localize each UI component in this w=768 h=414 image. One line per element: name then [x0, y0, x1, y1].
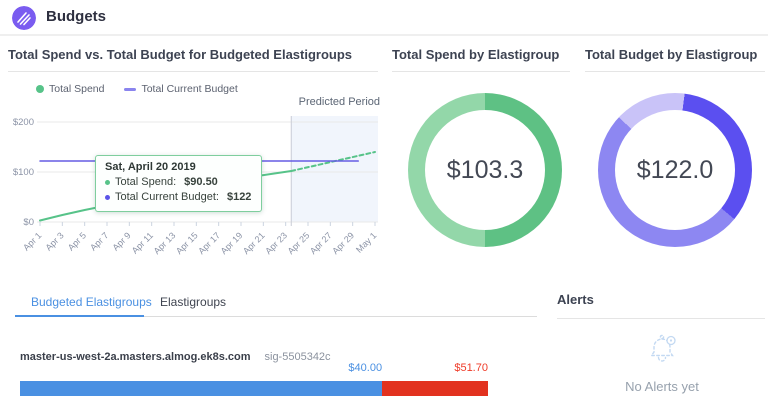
budget-bar-amount-label: $51.70	[382, 362, 488, 376]
divider	[557, 318, 765, 319]
tab-elastigroups[interactable]: Elastigroups	[160, 295, 226, 309]
x-tick-label: Apr 1	[21, 230, 43, 252]
x-tick-label: Apr 21	[241, 230, 267, 256]
tooltip-label: Total Spend:	[115, 175, 176, 190]
legend-label: Total Current Budget	[141, 83, 237, 95]
tab-budgeted-elastigroups[interactable]: Budgeted Elastigroups	[31, 295, 152, 309]
legend-total-spend[interactable]: Total Spend	[36, 83, 104, 95]
total-spend-donut-title: Total Spend by Elastigroup	[392, 47, 559, 62]
x-tick-label: Apr 15	[174, 230, 200, 256]
total-budget-value: $122.0	[637, 156, 713, 185]
bell-icon	[643, 330, 681, 368]
predicted-period-label: Predicted Period	[240, 96, 380, 108]
x-tick-label: Apr 3	[43, 230, 65, 252]
legend-label: Total Spend	[49, 83, 104, 95]
spend-vs-budget-title: Total Spend vs. Total Budget for Budgete…	[8, 47, 352, 62]
budget-dash-icon	[124, 88, 136, 91]
budget-bar-amount-label: $40.00	[20, 362, 382, 376]
x-tick-label: Apr 5	[66, 230, 88, 252]
tooltip-row: Total Current Budget: $122	[105, 190, 251, 205]
tooltip-row: Total Spend: $90.50	[105, 175, 251, 190]
budgets-dashboard: Budgets Total Spend vs. Total Budget for…	[0, 0, 768, 414]
divider	[8, 71, 378, 72]
x-tick-label: Apr 29	[330, 230, 356, 256]
app-header: Budgets	[0, 0, 768, 36]
budget-progress-bar[interactable]	[20, 381, 488, 396]
tooltip-value: $122	[227, 190, 251, 205]
x-tick-label: May 1	[354, 230, 378, 254]
y-tick-label: $200	[13, 117, 34, 128]
tooltip-bullet-icon	[105, 195, 110, 200]
legend-total-current-budget[interactable]: Total Current Budget	[124, 83, 237, 95]
total-spend-dot-icon	[36, 85, 44, 93]
x-tick-label: Apr 17	[196, 230, 222, 256]
predicted-region	[291, 116, 378, 222]
divider	[392, 71, 570, 72]
budget-bar-segment[interactable]	[20, 381, 382, 396]
tooltip-value: $90.50	[184, 175, 218, 190]
no-alerts-text: No Alerts yet	[557, 379, 767, 394]
chart-legend: Total Spend Total Current Budget	[36, 83, 238, 95]
y-tick-label: $0	[23, 217, 34, 228]
budget-bar-segment[interactable]	[382, 381, 488, 396]
divider	[585, 71, 765, 72]
alerts-empty-state: No Alerts yet	[557, 330, 767, 394]
x-tick-label: Apr 11	[130, 230, 155, 255]
x-tick-label: Apr 25	[286, 230, 312, 256]
tabs-baseline	[144, 316, 537, 317]
total-budget-donut[interactable]: $122.0	[598, 93, 752, 247]
total-spend-donut[interactable]: $103.3	[408, 93, 562, 247]
chart-tooltip: Sat, April 20 2019 Total Spend: $90.50Tot…	[95, 155, 262, 212]
x-tick-label: Apr 23	[263, 230, 289, 256]
spotinst-logo-icon[interactable]	[12, 6, 36, 30]
x-tick-label: Apr 7	[88, 230, 110, 252]
active-tab-underline	[15, 315, 144, 317]
budget-bar-labels: $40.00$51.70	[20, 362, 488, 376]
donut-hole: $103.3	[425, 110, 545, 230]
total-spend-value: $103.3	[447, 156, 523, 185]
tooltip-label: Total Current Budget:	[115, 190, 219, 205]
tooltip-date: Sat, April 20 2019	[105, 161, 251, 173]
tooltip-bullet-icon	[105, 180, 110, 185]
total-budget-donut-title: Total Budget by Elastigroup	[585, 47, 757, 62]
y-tick-label: $100	[13, 167, 34, 178]
x-tick-label: Apr 13	[152, 230, 178, 256]
x-tick-label: Apr 27	[308, 230, 334, 256]
alerts-title: Alerts	[557, 292, 594, 307]
x-tick-label: Apr 19	[219, 230, 245, 256]
donut-hole: $122.0	[615, 110, 735, 230]
page-title: Budgets	[46, 8, 106, 25]
